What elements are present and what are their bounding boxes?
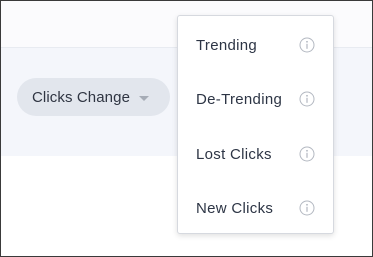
info-icon[interactable] (299, 200, 315, 216)
info-icon[interactable] (299, 91, 315, 107)
menu-item-lost-clicks[interactable]: Lost Clicks (178, 134, 333, 174)
menu-item-trending[interactable]: Trending (178, 25, 333, 65)
menu-item-label: Trending (196, 36, 258, 54)
menu-item-label: New Clicks (196, 199, 274, 217)
info-icon[interactable] (299, 146, 315, 162)
clicks-change-filter-label: Clicks Change (32, 88, 131, 106)
clicks-change-filter-button[interactable]: Clicks Change (17, 78, 170, 116)
menu-item-new-clicks[interactable]: New Clicks (178, 188, 333, 228)
caret-down-icon (139, 95, 150, 101)
menu-item-label: Lost Clicks (196, 145, 272, 163)
screenshot-frame: Clicks Change Trending De-Trending Lost … (0, 0, 373, 257)
clicks-change-dropdown-menu: Trending De-Trending Lost Clicks New Cli… (177, 15, 334, 234)
menu-item-label: De-Trending (196, 90, 283, 108)
menu-item-de-trending[interactable]: De-Trending (178, 79, 333, 119)
info-icon[interactable] (299, 37, 315, 53)
